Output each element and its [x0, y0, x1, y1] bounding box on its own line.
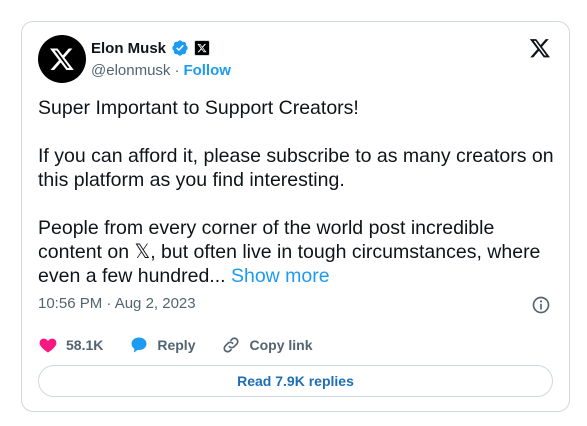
avatar[interactable]: [38, 35, 86, 83]
like-button[interactable]: 58.1K: [38, 335, 103, 355]
x-affiliate-badge-icon: [194, 40, 211, 56]
copy-link-button[interactable]: Copy link: [221, 335, 313, 355]
reply-label: Reply: [157, 337, 196, 353]
author-name-row: Elon Musk: [91, 39, 211, 57]
reply-button[interactable]: Reply: [129, 335, 195, 355]
info-icon[interactable]: [531, 295, 551, 315]
author-name[interactable]: Elon Musk: [91, 40, 166, 57]
x-logo-icon: [49, 48, 74, 71]
author-handle[interactable]: @elonmusk: [91, 62, 170, 79]
tweet-body: Super Important to Support Creators! If …: [38, 97, 554, 287]
link-icon: [223, 337, 240, 353]
follow-button[interactable]: Follow: [183, 62, 231, 79]
copy-link-label: Copy link: [249, 337, 313, 353]
action-bar: 58.1K Reply Copy link: [38, 335, 339, 355]
heart-icon: [39, 338, 57, 353]
read-replies-button[interactable]: Read 7.9K replies: [38, 365, 553, 397]
verified-badge-icon: [172, 40, 188, 56]
x-logo-icon[interactable]: [529, 37, 551, 59]
reply-bubble-icon: [131, 337, 147, 353]
tweet-card[interactable]: Elon Musk @elonmusk · Follow Super Impor…: [21, 21, 570, 412]
show-more-link[interactable]: Show more: [231, 265, 330, 287]
tweet-timestamp[interactable]: 10:56 PM · Aug 2, 2023: [38, 295, 196, 312]
tweet-text: Super Important to Support Creators! If …: [38, 96, 558, 288]
separator: ·: [174, 62, 180, 79]
like-count: 58.1K: [66, 337, 104, 353]
handle-row: @elonmusk · Follow: [91, 62, 231, 79]
